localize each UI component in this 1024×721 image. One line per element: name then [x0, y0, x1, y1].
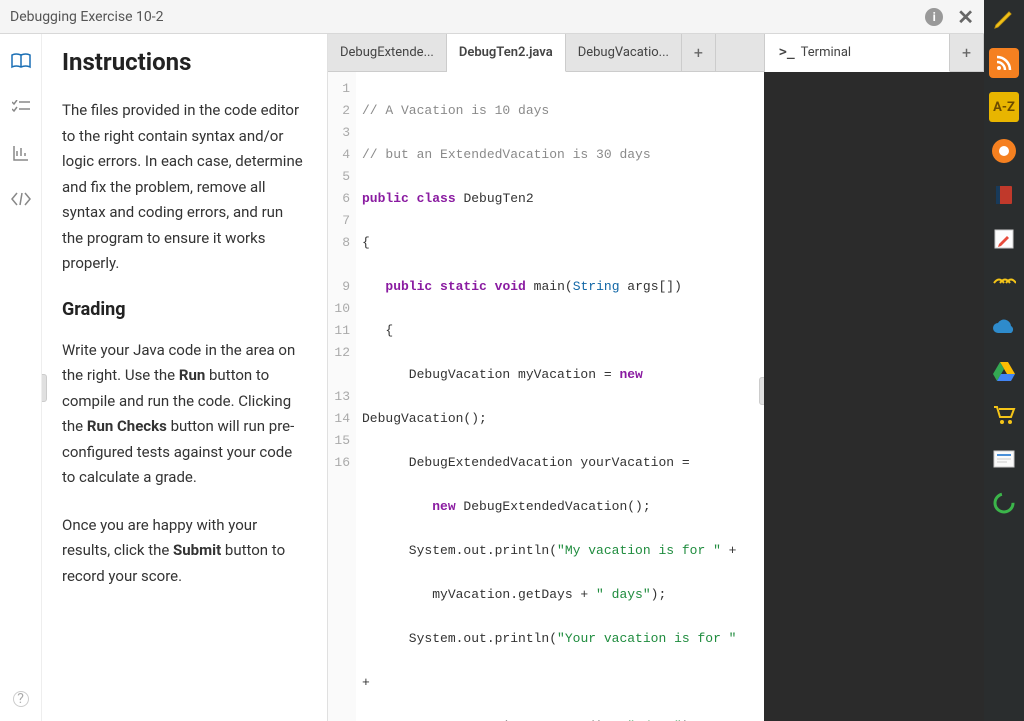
book-icon[interactable] [10, 50, 32, 72]
instructions-paragraph-1: The files provided in the code editor to… [62, 98, 307, 277]
az-icon[interactable]: A-Z [989, 92, 1019, 122]
editor-area: DebugExtende... DebugTen2.java DebugVaca… [328, 34, 984, 721]
drive-icon[interactable] [989, 356, 1019, 386]
orange-circle-icon[interactable] [989, 136, 1019, 166]
new-terminal-button[interactable]: + [950, 34, 984, 71]
instructions-paragraph-2: Write your Java code in the area on the … [62, 338, 307, 491]
terminal-panel[interactable] [764, 72, 984, 721]
right-toolbar: A-Z [984, 0, 1024, 721]
grading-heading: Grading [62, 299, 307, 320]
code-icon[interactable] [10, 188, 32, 210]
terminal-label: Terminal [801, 45, 851, 60]
instructions-panel: Instructions The files provided in the c… [42, 34, 328, 721]
editor-tabs: DebugExtende... DebugTen2.java DebugVaca… [328, 34, 984, 72]
cloud-icon[interactable] [989, 312, 1019, 342]
left-rail: ? [0, 34, 42, 721]
instructions-paragraph-3: Once you are happy with your results, cl… [62, 513, 307, 590]
edit-page-icon[interactable] [989, 224, 1019, 254]
cart-icon[interactable] [989, 400, 1019, 430]
tab-debugvacation[interactable]: DebugVacatio... [566, 34, 682, 71]
splitter-handle[interactable] [42, 374, 47, 402]
checklist-icon[interactable] [10, 96, 32, 118]
splitter-handle-right[interactable] [759, 377, 764, 405]
terminal-prompt-icon: >_ [779, 45, 795, 60]
pencil-icon[interactable] [989, 4, 1019, 34]
line-gutter: 1 2 3 4 5 6 7 8 9 10 11 12 13 14 [328, 72, 356, 721]
tab-debugextended[interactable]: DebugExtende... [328, 34, 447, 71]
close-icon[interactable]: ✕ [957, 5, 974, 29]
page-icon[interactable] [989, 444, 1019, 474]
info-icon[interactable]: i [925, 8, 943, 26]
help-icon[interactable]: ? [13, 691, 29, 707]
window-title: Debugging Exercise 10-2 [10, 9, 164, 25]
sound-icon[interactable] [989, 268, 1019, 298]
book-tool-icon[interactable] [989, 180, 1019, 210]
rss-icon[interactable] [989, 48, 1019, 78]
instructions-heading: Instructions [62, 48, 307, 76]
chart-icon[interactable] [10, 142, 32, 164]
tab-debugten2[interactable]: DebugTen2.java [447, 34, 566, 72]
code-editor[interactable]: 1 2 3 4 5 6 7 8 9 10 11 12 13 14 [328, 72, 764, 721]
title-bar: Debugging Exercise 10-2 i ✕ [0, 0, 984, 34]
ring-icon[interactable] [989, 488, 1019, 518]
tab-terminal[interactable]: >_ Terminal [765, 34, 950, 72]
code-content[interactable]: // A Vacation is 10 days // but an Exten… [356, 72, 764, 721]
new-tab-button[interactable]: + [682, 34, 716, 71]
